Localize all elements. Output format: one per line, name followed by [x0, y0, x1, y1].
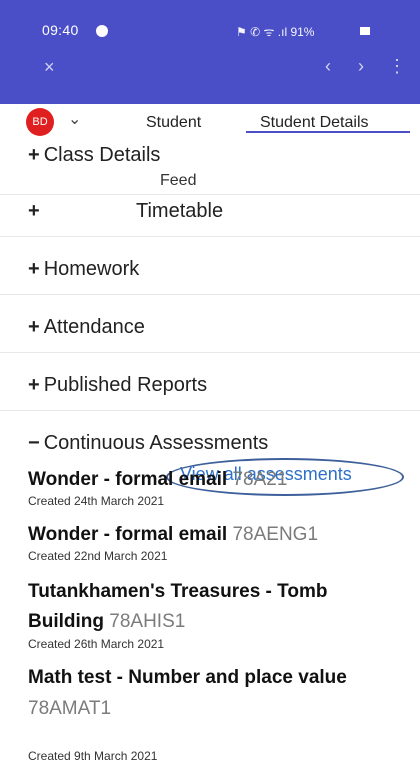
section-attendance[interactable]: + Attendance	[28, 316, 145, 339]
section-feed-label[interactable]: Feed	[160, 172, 196, 190]
assessment-item[interactable]: Math test - Number and place value	[28, 666, 347, 690]
chevron-down-icon[interactable]: ⌄	[68, 109, 81, 129]
assessment-title-line2: Building	[28, 611, 104, 632]
assessment-item[interactable]: Wonder - formal email 78AENG1	[28, 523, 318, 547]
assessment-item-continued[interactable]: Building 78AHIS1	[28, 610, 185, 634]
assessment-date: Created 26th March 2021	[28, 637, 165, 651]
assessment-title: Math test - Number and place value	[28, 667, 347, 688]
section-homework-label: Homework	[43, 258, 140, 280]
section-homework[interactable]: + Homework	[28, 258, 139, 281]
status-icons: ⚑ ✆ ᯤ .ıl 91%	[236, 25, 315, 39]
expand-plus-icon[interactable]: +	[28, 200, 40, 223]
assessment-item-continued[interactable]: 78AMAT1	[28, 697, 111, 721]
section-class-details[interactable]: + Class Details	[28, 144, 160, 167]
tab-student[interactable]: Student	[146, 114, 201, 132]
assessment-date: Created 9th March 2021	[28, 749, 158, 763]
section-attendance-label: Attendance	[43, 316, 145, 338]
avatar[interactable]: BD	[26, 108, 54, 136]
assessment-title: Wonder - formal email	[28, 524, 228, 545]
divider	[0, 194, 420, 195]
section-published-reports[interactable]: + Published Reports	[28, 374, 207, 397]
assessment-item[interactable]: Wonder - formal email 78A21	[28, 468, 287, 492]
forward-icon[interactable]: ›	[358, 56, 364, 77]
status-time: 09:40	[42, 22, 79, 38]
expand-plus-icon: +	[28, 144, 40, 166]
more-icon[interactable]: ⋮	[388, 56, 406, 77]
battery-icon	[360, 27, 370, 35]
close-icon[interactable]: ×	[44, 57, 55, 78]
assessment-code: 78A21	[232, 469, 288, 490]
section-continuous-assessments-label: Continuous Assessments	[43, 432, 269, 454]
section-timetable-label[interactable]: Timetable	[136, 200, 223, 223]
expand-plus-icon: +	[28, 316, 40, 338]
divider	[0, 236, 420, 237]
tabs-row: BD ⌄ Student Student Details	[0, 104, 420, 138]
nav-bar: × ‹ › ⋮	[0, 56, 420, 84]
divider	[0, 410, 420, 411]
section-continuous-assessments[interactable]: − Continuous Assessments	[28, 432, 268, 455]
status-bar: 09:40 ⚑ ✆ ᯤ .ıl 91%	[0, 22, 420, 46]
assessment-item[interactable]: Tutankhamen's Treasures - Tomb	[28, 580, 327, 604]
section-published-reports-label: Published Reports	[43, 374, 208, 396]
assessment-code: 78AMAT1	[28, 698, 112, 719]
section-class-details-label: Class Details	[43, 144, 161, 166]
back-icon[interactable]: ‹	[325, 56, 331, 77]
app-header: 09:40 ⚑ ✆ ᯤ .ıl 91% × ‹ › ⋮	[0, 0, 420, 104]
expand-plus-icon: +	[28, 374, 40, 396]
assessment-title: Tutankhamen's Treasures - Tomb	[28, 581, 328, 602]
assessment-title: Wonder - formal email	[28, 469, 228, 490]
tab-student-details[interactable]: Student Details	[260, 114, 369, 132]
assessment-date: Created 24th March 2021	[28, 494, 165, 508]
assessment-date: Created 22nd March 2021	[28, 549, 168, 563]
divider	[0, 352, 420, 353]
assessment-code: 78AENG1	[232, 524, 319, 545]
collapse-minus-icon: −	[28, 432, 40, 454]
divider	[0, 294, 420, 295]
expand-plus-icon: +	[28, 258, 40, 280]
assessment-code: 78AHIS1	[109, 611, 186, 632]
active-tab-indicator	[246, 131, 410, 133]
notification-dot-icon	[96, 25, 108, 37]
